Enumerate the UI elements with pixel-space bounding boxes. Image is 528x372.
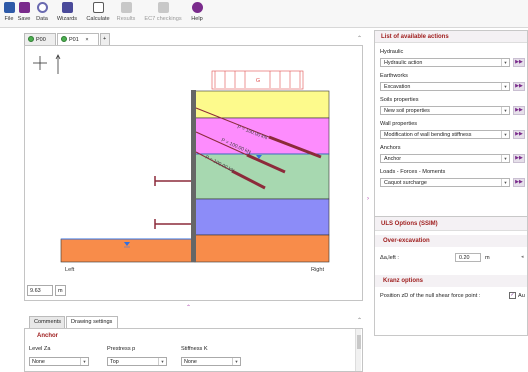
position-label: Position zD of the null shear force poin…: [380, 293, 481, 299]
uls-options-panel: ULS Options (SSIM) Over-excavation Δa,le…: [374, 216, 528, 336]
main-toolbar: File Save Data Wizards Calculate Results…: [0, 0, 528, 28]
apply-wall-button[interactable]: ▶▶: [513, 130, 525, 139]
strut-2[interactable]: [154, 219, 191, 229]
kranz-options-header: Kranz options: [375, 275, 527, 287]
bottom-scrollbar[interactable]: [355, 329, 361, 371]
floppy-icon: [18, 2, 30, 13]
file-icon: [3, 2, 15, 13]
calculate-button[interactable]: Calculate: [84, 2, 112, 22]
section-title: Anchor: [37, 333, 58, 339]
load-label: G: [256, 78, 260, 84]
delta-unit: m: [485, 255, 490, 261]
zoom-unit: m: [55, 285, 66, 296]
dropdown-arrow-icon: ▼: [158, 358, 166, 365]
field-label: Prestress p: [107, 346, 136, 352]
soil-layer-1[interactable]: [194, 90, 330, 119]
wizards-menu[interactable]: Wizards: [54, 2, 80, 22]
group-label: Hydraulic: [380, 49, 404, 55]
calculator-icon: [92, 2, 104, 13]
apply-earthworks-button[interactable]: ▶▶: [513, 82, 525, 91]
add-tab-button[interactable]: +: [100, 33, 110, 45]
dropdown-arrow-icon: ▼: [501, 131, 509, 138]
dropdown-arrow-icon: ▼: [501, 83, 509, 90]
soil-layer-5-right[interactable]: [194, 234, 330, 263]
level-za-select[interactable]: None ▼: [29, 357, 89, 366]
save-button[interactable]: Save: [16, 2, 32, 22]
splitter-arrow-icon[interactable]: ⌃: [186, 304, 191, 311]
soil-layer-4[interactable]: [194, 198, 330, 236]
prestress-select[interactable]: Top ▼: [107, 357, 167, 366]
data-menu[interactable]: Data: [34, 2, 50, 22]
status-dot-icon: [61, 36, 67, 42]
field-label: Level Za: [29, 346, 51, 352]
group-label: Loads - Forces - Moments: [380, 169, 446, 175]
hydraulic-select[interactable]: Hydraulic action ▼: [380, 58, 510, 67]
tab-p00[interactable]: P00: [24, 33, 56, 45]
file-menu[interactable]: File: [2, 2, 16, 22]
loads-select[interactable]: Caquot surcharge ▼: [380, 178, 510, 187]
collapse-panel-icon[interactable]: ⌃: [357, 317, 362, 324]
results-button[interactable]: Results: [114, 2, 138, 22]
apply-anchors-button[interactable]: ▶▶: [513, 154, 525, 163]
group-label: Soils properties: [380, 97, 419, 103]
tab-comments[interactable]: Comments: [29, 316, 65, 328]
soils-select[interactable]: New soil properties ▼: [380, 106, 510, 115]
left-label: Left: [65, 267, 75, 273]
help-icon: [191, 2, 203, 13]
panel-title: ULS Options (SSIM): [375, 217, 527, 231]
drawing-settings-panel: Anchor Level Za Prestress p Stiffness K …: [24, 328, 363, 372]
wizard-icon: [61, 2, 73, 13]
apply-hydraulic-button[interactable]: ▶▶: [513, 58, 525, 67]
apply-soils-button[interactable]: ▶▶: [513, 106, 525, 115]
data-icon: [36, 2, 48, 13]
surcharge-load: G: [211, 70, 304, 90]
anchors-select[interactable]: Anchor ▼: [380, 154, 510, 163]
delta-label: Δa,left :: [380, 255, 399, 261]
axes-gizmo-icon: [33, 54, 61, 74]
delta-input[interactable]: 0.20: [455, 253, 481, 262]
stiffness-select[interactable]: None ▼: [181, 357, 241, 366]
over-excavation-header: Over-excavation: [375, 235, 527, 247]
scroll-right-icon[interactable]: ◂: [521, 254, 524, 260]
help-button[interactable]: Help: [189, 2, 205, 22]
drawing-canvas[interactable]: G P = 100.00 kN P = 100.00 kN P = 100.00…: [24, 45, 363, 301]
ec7-icon: [157, 2, 169, 13]
panel-collapse-icon[interactable]: ⌃: [357, 35, 362, 42]
panel-title: List of available actions: [375, 31, 527, 43]
geotechnical-section: G P = 100.00 kN P = 100.00 kN P = 100.00…: [33, 54, 330, 273]
results-icon: [120, 2, 132, 13]
apply-loads-button[interactable]: ▶▶: [513, 178, 525, 187]
dropdown-arrow-icon: ▼: [80, 358, 88, 365]
ec7-checkings-button[interactable]: EC7 checkings: [142, 2, 184, 22]
available-actions-panel: List of available actions Hydraulic Hydr…: [374, 30, 528, 223]
auto-checkbox[interactable]: ✓: [509, 292, 516, 299]
dropdown-arrow-icon: ▼: [501, 107, 509, 114]
splitter-arrow-icon[interactable]: ›: [367, 196, 369, 202]
group-label: Wall properties: [380, 121, 418, 127]
zoom-input[interactable]: 9.63: [27, 285, 53, 296]
dropdown-arrow-icon: ▼: [501, 59, 509, 66]
auto-label: Au: [518, 293, 525, 299]
group-label: Anchors: [380, 145, 401, 151]
strut-1[interactable]: [154, 176, 191, 186]
retaining-wall[interactable]: [191, 90, 196, 262]
tab-drawing-settings[interactable]: Drawing settings: [66, 316, 118, 328]
earthworks-select[interactable]: Excavation ▼: [380, 82, 510, 91]
close-tab-icon[interactable]: ×: [85, 37, 88, 43]
dropdown-arrow-icon: ▼: [501, 179, 509, 186]
dropdown-arrow-icon: ▼: [232, 358, 240, 365]
group-label: Earthworks: [380, 73, 408, 79]
tab-p01[interactable]: P01 ×: [57, 33, 99, 45]
wall-select[interactable]: Modification of wall bending stiffness ▼: [380, 130, 510, 139]
dropdown-arrow-icon: ▼: [501, 155, 509, 162]
status-dot-icon: [28, 36, 34, 42]
right-label: Right: [311, 267, 325, 273]
field-label: Stiffness K: [181, 346, 208, 352]
